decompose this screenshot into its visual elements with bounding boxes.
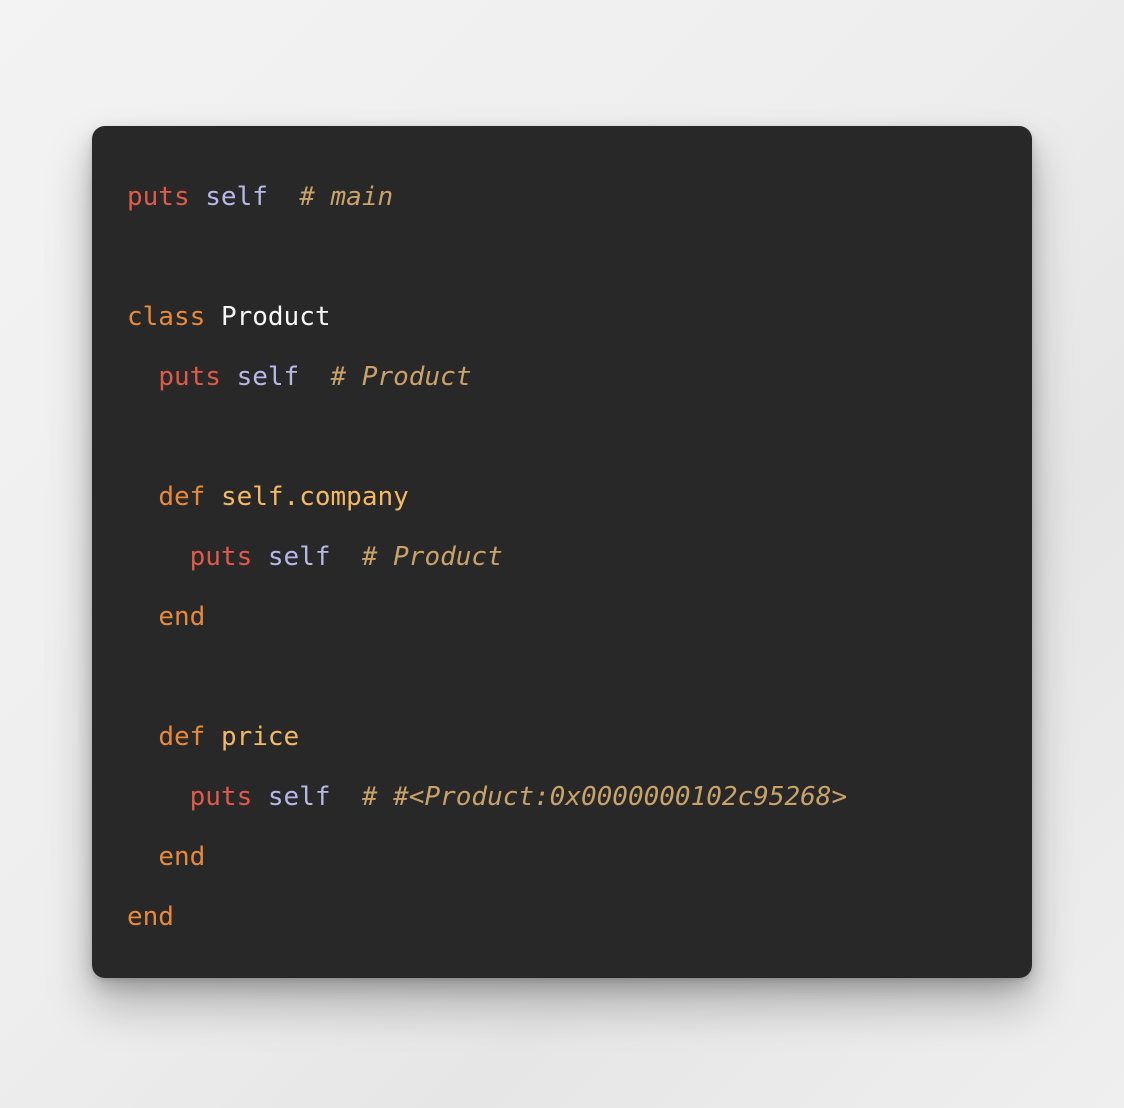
code-token-method-call: puts (127, 182, 190, 212)
code-line: def price (127, 707, 1032, 767)
code-token-keyword: class (127, 302, 206, 332)
code-token-keyword: def (158, 722, 206, 752)
code-token-comment: # main (299, 182, 394, 212)
code-token-keyword: def (158, 482, 206, 512)
code-token-comment: # Product (361, 542, 503, 572)
code-snippet-card: puts self # main class Product puts self… (92, 126, 1032, 978)
code-line: puts self # main (127, 167, 1032, 227)
code-token-keyword: end (158, 842, 206, 872)
code-line: puts self # Product (127, 527, 1032, 587)
code-line: end (127, 887, 1032, 947)
code-token-def-name: price (220, 722, 300, 752)
code-line: end (127, 587, 1032, 647)
code-token-keyword: end (158, 602, 206, 632)
code-line: class Product (127, 287, 1032, 347)
code-token-self-keyword: self (205, 182, 268, 212)
code-line: end (127, 827, 1032, 887)
code-token-method-call: puts (158, 362, 221, 392)
code-token-def-name: self.company (220, 482, 409, 512)
code-token-keyword: end (127, 902, 174, 932)
code-token-comment: # #<Product:0x0000000102c95268> (361, 782, 848, 812)
code-line: puts self # #<Product:0x0000000102c95268… (127, 767, 1032, 827)
code-token-comment: # Product (330, 362, 472, 392)
code-token-self-keyword: self (236, 362, 300, 392)
code-line: def self.company (127, 467, 1032, 527)
code-line: puts self # Product (127, 347, 1032, 407)
code-token-self-keyword: self (267, 782, 331, 812)
code-block[interactable]: puts self # main class Product puts self… (127, 167, 1032, 947)
code-token-method-call: puts (189, 782, 253, 812)
code-token-constant: Product (220, 302, 331, 332)
code-token-self-keyword: self (267, 542, 331, 572)
code-token-method-call: puts (189, 542, 253, 572)
